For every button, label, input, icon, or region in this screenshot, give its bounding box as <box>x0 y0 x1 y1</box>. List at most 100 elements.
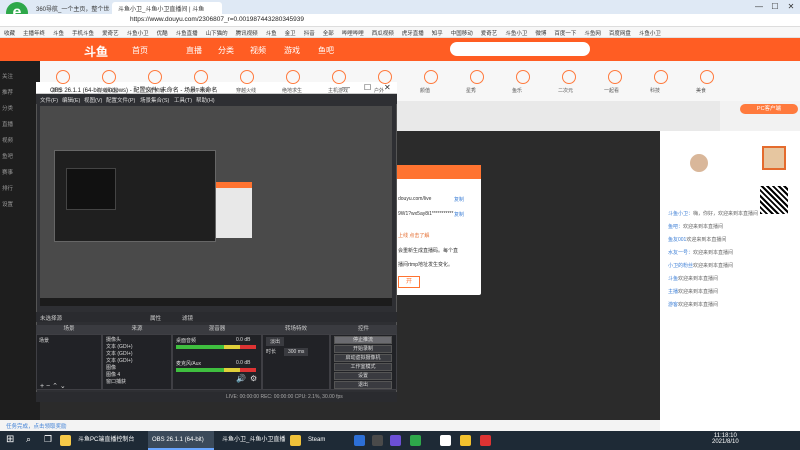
nav-home[interactable]: 首页 <box>132 45 148 56</box>
bookmark-item[interactable]: 抖音 <box>300 27 319 37</box>
category-icon[interactable] <box>700 70 714 84</box>
sidebar-item[interactable]: 排行 <box>2 184 13 192</box>
filters-button[interactable]: 滤镜 <box>182 314 193 322</box>
category-label[interactable]: 主机游戏 <box>328 87 348 94</box>
site-search-input[interactable] <box>450 42 590 56</box>
category-icon[interactable] <box>286 70 300 84</box>
menu-help[interactable]: 帮助(H) <box>196 96 215 104</box>
taskbar-steam[interactable]: Steam <box>304 431 348 450</box>
bookmark-item[interactable]: 微博 <box>531 27 550 37</box>
category-icon[interactable] <box>148 70 162 84</box>
source-item[interactable]: 图像 <box>106 364 116 371</box>
source-item[interactable]: 文本 (GDI+) <box>106 357 133 364</box>
bookmark-item[interactable]: 爱奇艺 <box>98 27 123 37</box>
category-label[interactable]: 二次元 <box>558 87 573 94</box>
sidebar-item[interactable]: 推荐 <box>2 88 13 96</box>
close-button[interactable]: ✕ <box>784 1 798 12</box>
category-label[interactable]: 颜值 <box>420 87 430 94</box>
taskbar-obs[interactable]: OBS 26.1.1 (64-bit) <box>148 431 214 450</box>
app-icon[interactable] <box>372 435 383 446</box>
category-label[interactable]: 鱼乐 <box>512 87 522 94</box>
bookmark-item[interactable]: 斗鱼直播 <box>172 27 202 37</box>
bookmark-item[interactable]: 斗鱼小卫 <box>123 27 153 37</box>
category-icon[interactable] <box>378 70 392 84</box>
chat-user[interactable]: 鱼吧： <box>668 224 683 230</box>
transition-select[interactable]: 淡出 <box>266 337 285 346</box>
category-icon[interactable] <box>470 70 484 84</box>
bookmark-item[interactable]: 优酷 <box>153 27 172 37</box>
category-label[interactable]: 推荐 <box>52 87 62 94</box>
source-item[interactable]: 文本 (GDI+) <box>106 343 133 350</box>
bookmark-item[interactable]: 百度一下 <box>550 27 580 37</box>
sidebar-item[interactable]: 直播 <box>2 120 13 128</box>
menu-edit[interactable]: 编辑(E) <box>62 96 80 104</box>
transition-duration-input[interactable]: 300 ms <box>284 348 309 356</box>
chat-user[interactable]: 主播 <box>668 289 678 295</box>
menu-view[interactable]: 视图(V) <box>84 96 102 104</box>
system-clock[interactable]: 11:18:10 2021/8/10 <box>712 433 739 445</box>
obs-maximize-button[interactable]: ☐ <box>364 83 371 92</box>
chat-user[interactable]: 水友一号： <box>668 250 693 256</box>
category-label[interactable]: 一起看 <box>604 87 619 94</box>
sidebar-item[interactable]: 鱼吧 <box>2 152 13 160</box>
windows-start-icon[interactable]: ⊞ <box>6 434 14 445</box>
app-icon[interactable] <box>480 435 491 446</box>
category-icon[interactable] <box>102 70 116 84</box>
maximize-button[interactable]: ☐ <box>768 1 782 12</box>
source-item[interactable]: 摄像头 <box>106 336 121 343</box>
nav-games[interactable]: 游戏 <box>284 45 300 56</box>
virtual-camera-button[interactable]: 启动虚拟摄像机 <box>334 354 392 362</box>
site-logo[interactable]: 斗鱼 <box>84 43 108 60</box>
chat-user[interactable]: 斗鱼 <box>668 276 678 282</box>
settings-button[interactable]: 设置 <box>334 372 392 380</box>
start-recording-button[interactable]: 开始录制 <box>334 345 392 353</box>
chat-user[interactable]: 游客 <box>668 302 678 308</box>
nav-yuba[interactable]: 鱼吧 <box>318 45 334 56</box>
bookmark-item[interactable]: 斗鱼 <box>49 27 68 37</box>
bookmark-item[interactable]: 腾讯视频 <box>232 27 262 37</box>
sidebar-item[interactable]: 赛事 <box>2 168 13 176</box>
category-label[interactable]: 和平精英 <box>190 87 210 94</box>
pc-client-badge[interactable]: PC客户端 <box>740 104 798 114</box>
bookmark-item[interactable]: 斗鱼网 <box>580 27 605 37</box>
stop-streaming-button[interactable]: 停止推流 <box>334 336 392 344</box>
bookmark-item[interactable]: 虎牙直播 <box>398 27 428 37</box>
bookmark-item[interactable]: 主播年终 <box>19 27 49 37</box>
bookmark-item[interactable]: 全部 <box>319 27 338 37</box>
popup-start-button[interactable]: 开 <box>398 276 420 288</box>
sidebar-item[interactable]: 分类 <box>2 104 13 112</box>
task-view-icon[interactable]: ❐ <box>44 434 52 445</box>
scene-controls[interactable]: + − ⌃ ⌄ <box>40 382 66 390</box>
exit-button[interactable]: 退出 <box>334 381 392 389</box>
app-icon[interactable] <box>410 435 421 446</box>
nav-category[interactable]: 分类 <box>218 45 234 56</box>
app-icon[interactable] <box>354 435 365 446</box>
bookmark-item[interactable]: 知乎 <box>428 27 447 37</box>
studio-mode-button[interactable]: 工作室模式 <box>334 363 392 371</box>
menu-tools[interactable]: 工具(T) <box>174 96 192 104</box>
bookmark-item[interactable]: 收藏 <box>0 27 19 37</box>
bookmark-item[interactable]: 百度网盘 <box>605 27 635 37</box>
category-icon[interactable] <box>516 70 530 84</box>
search-icon[interactable]: ⌕ <box>26 434 31 445</box>
minimize-button[interactable]: — <box>752 1 766 12</box>
copy-url-button[interactable]: 复制 <box>454 196 464 203</box>
bookmark-item[interactable]: 斗鱼小卫 <box>501 27 531 37</box>
bookmark-item[interactable]: 西瓜视频 <box>368 27 398 37</box>
category-label[interactable]: 王者荣耀 <box>144 87 164 94</box>
bookmark-item[interactable]: 金卫 <box>281 27 300 37</box>
bookmark-item[interactable]: 斗鱼 <box>262 27 281 37</box>
obs-close-button[interactable]: ✕ <box>384 83 391 92</box>
app-icon[interactable] <box>290 435 301 446</box>
nav-video[interactable]: 视频 <box>250 45 266 56</box>
category-icon[interactable] <box>194 70 208 84</box>
nav-live[interactable]: 直播 <box>186 45 202 56</box>
sidebar-item[interactable]: 设置 <box>2 200 13 208</box>
category-label[interactable]: 户外 <box>374 87 384 94</box>
category-label[interactable]: 科技 <box>650 87 660 94</box>
bookmark-item[interactable]: 爱奇艺 <box>477 27 502 37</box>
chat-user[interactable]: 斗鱼小卫： <box>668 211 693 217</box>
category-icon[interactable] <box>56 70 70 84</box>
file-explorer-icon[interactable] <box>60 435 71 446</box>
promo-avatar[interactable] <box>762 146 786 170</box>
